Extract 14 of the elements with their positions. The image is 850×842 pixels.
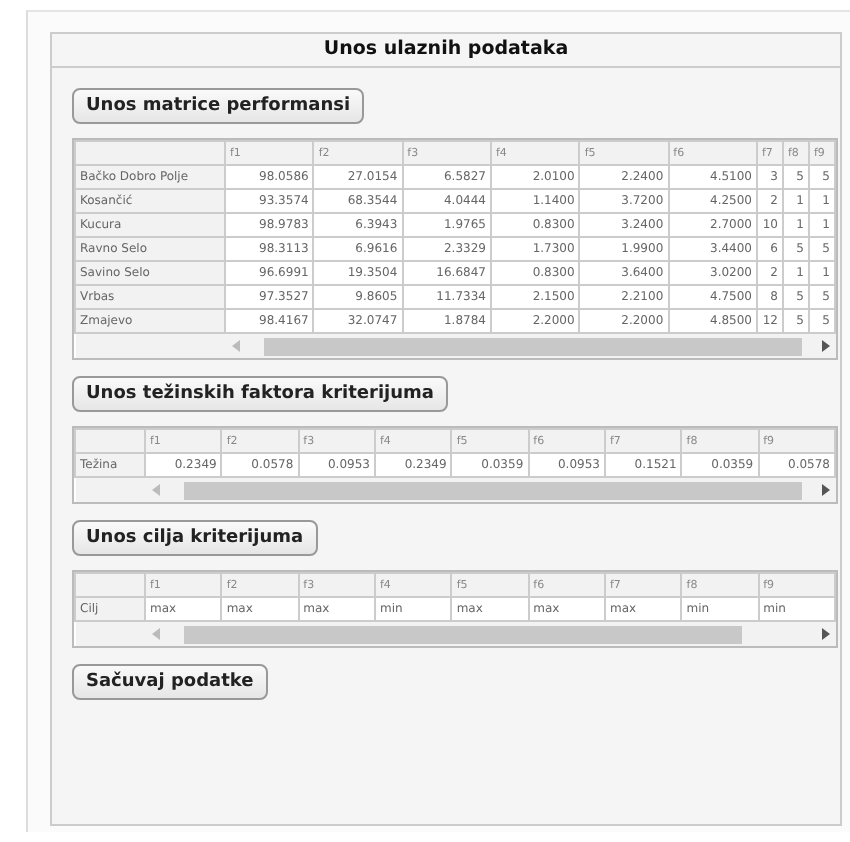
section-button[interactable]: Unos težinskih faktora kriterijuma: [72, 376, 448, 412]
scroll-left-icon[interactable]: [151, 628, 159, 640]
save-button[interactable]: Sačuvaj podatke: [72, 664, 268, 700]
section-button[interactable]: Unos cilja kriterijuma: [72, 520, 318, 556]
panel-title: Unos ulaznih podataka: [52, 34, 840, 68]
scroll-right-icon[interactable]: [821, 484, 829, 496]
scroll-right-icon[interactable]: [821, 628, 829, 640]
scroll-left-icon[interactable]: [231, 340, 239, 352]
scroll-thumb[interactable]: [183, 625, 741, 643]
section-button[interactable]: Unos matrice performansi: [72, 88, 365, 124]
scroll-right-icon[interactable]: [821, 340, 829, 352]
scroll-thumb[interactable]: [183, 481, 801, 499]
scroll-thumb[interactable]: [263, 337, 801, 355]
scroll-left-icon[interactable]: [151, 484, 159, 496]
